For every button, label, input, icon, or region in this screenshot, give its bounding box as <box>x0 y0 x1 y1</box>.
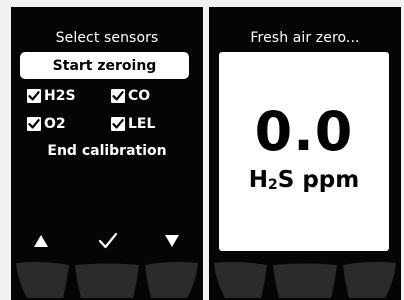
sensor-label: LEL <box>128 116 156 132</box>
gas-reading-value: 0.0 <box>254 100 354 163</box>
keypad-button-center <box>273 263 337 298</box>
sensor-label: CO <box>128 88 151 104</box>
keypad-button-center <box>75 263 139 298</box>
sensor-checkbox-co[interactable]: CO <box>111 88 150 104</box>
keypad-button-left <box>16 261 69 298</box>
down-arrow-icon[interactable] <box>159 230 185 252</box>
keypad-button-right <box>145 261 198 298</box>
gas-reading-card: 0.0 H2S ppm <box>219 52 389 251</box>
device-keypad <box>16 261 198 298</box>
checkbox-checked-icon <box>27 117 41 131</box>
checkbox-checked-icon <box>111 117 125 131</box>
gas-reading-unit: H2S ppm <box>219 167 389 193</box>
up-arrow-icon[interactable] <box>28 230 54 252</box>
unit-label: ppm <box>302 167 360 193</box>
end-calibration-option[interactable]: End calibration <box>11 143 203 159</box>
keypad-button-right <box>343 261 396 298</box>
gas-symbol-prefix: H <box>248 167 268 193</box>
sensor-checkbox-lel[interactable]: LEL <box>111 116 155 132</box>
fresh-air-zero-screen: Fresh air zero... 0.0 H2S ppm <box>209 7 401 300</box>
device-keypad <box>214 261 396 298</box>
sensor-label: O2 <box>44 116 66 132</box>
keypad-button-left <box>214 261 267 298</box>
screen-title: Fresh air zero... <box>250 30 360 46</box>
gas-symbol-subscript: 2 <box>268 177 278 193</box>
sensor-checkbox-o2[interactable]: O2 <box>27 116 66 132</box>
sensor-label: H2S <box>44 88 76 104</box>
select-sensors-screen: Select sensors Start zeroing H2S CO O2 L… <box>11 7 203 300</box>
sensor-checkbox-h2s[interactable]: H2S <box>27 88 76 104</box>
start-zeroing-button[interactable]: Start zeroing <box>20 52 189 79</box>
screen-title: Select sensors <box>55 30 159 46</box>
checkbox-checked-icon <box>27 89 41 103</box>
gas-symbol-suffix: S <box>277 167 295 193</box>
checkbox-checked-icon <box>111 89 125 103</box>
check-icon[interactable] <box>95 230 121 252</box>
